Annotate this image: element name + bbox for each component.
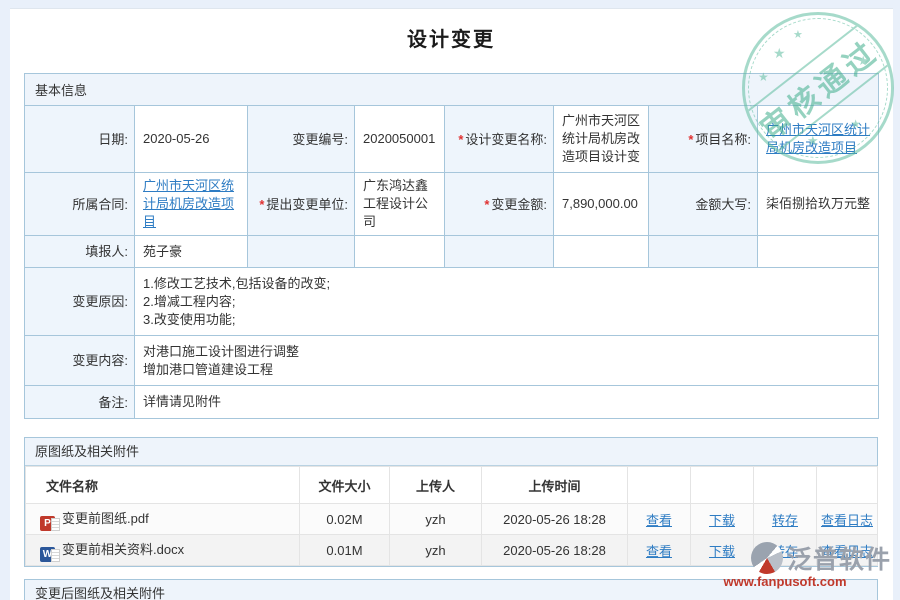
project-name-value: 广州市天河区统计局机房改造项目 bbox=[758, 106, 879, 173]
pdf-file-icon: P bbox=[40, 516, 55, 531]
change-content-value: 对港口施工设计图进行调整 增加港口管道建设工程 bbox=[135, 336, 879, 386]
col-action bbox=[754, 467, 817, 504]
basic-info-section-header: 基本信息 bbox=[25, 74, 879, 106]
download-link[interactable]: 下载 bbox=[709, 513, 735, 528]
date-label: 日期: bbox=[25, 106, 135, 173]
change-reason-label: 变更原因: bbox=[25, 268, 135, 336]
col-file-name: 文件名称 bbox=[26, 467, 300, 504]
required-mark: * bbox=[259, 197, 264, 212]
change-no-value: 2020050001 bbox=[355, 106, 445, 173]
reporter-label: 填报人: bbox=[25, 236, 135, 268]
change-amount-value: 7,890,000.00 bbox=[554, 173, 649, 236]
design-change-name-value: 广州市天河区统计局机房改造项目设计变 bbox=[554, 106, 649, 173]
uploader-cell: yzh bbox=[390, 504, 482, 535]
col-action bbox=[817, 467, 878, 504]
project-name-label: *项目名称: bbox=[649, 106, 758, 173]
change-reason-value: 1.修改工艺技术,包括设备的改变; 2.增减工程内容; 3.改变使用功能; bbox=[135, 268, 879, 336]
file-size-cell: 0.01M bbox=[300, 535, 390, 566]
upload-time-cell: 2020-05-26 18:28 bbox=[482, 535, 628, 566]
col-action bbox=[628, 467, 691, 504]
empty-label-cell bbox=[248, 236, 355, 268]
required-mark: * bbox=[484, 197, 489, 212]
form-panel: 设计变更 基本信息 日期: 2020-05-26 变更编号: 202005000… bbox=[10, 8, 893, 600]
required-mark: * bbox=[688, 132, 693, 147]
word-file-icon: W bbox=[40, 547, 55, 562]
basic-info-table: 基本信息 日期: 2020-05-26 变更编号: 2020050001 *设计… bbox=[24, 73, 879, 419]
empty-value-cell bbox=[758, 236, 879, 268]
attachment-row: P变更前图纸.pdf 0.02M yzh 2020-05-26 18:28 查看… bbox=[26, 504, 878, 535]
contract-link[interactable]: 广州市天河区统计局机房改造项目 bbox=[143, 178, 234, 229]
empty-label-cell bbox=[445, 236, 554, 268]
remark-label: 备注: bbox=[25, 386, 135, 419]
file-size-cell: 0.02M bbox=[300, 504, 390, 535]
date-value: 2020-05-26 bbox=[135, 106, 248, 173]
remark-value: 详情请见附件 bbox=[135, 386, 879, 419]
change-amount-label: *变更金额: bbox=[445, 173, 554, 236]
project-name-link[interactable]: 广州市天河区统计局机房改造项目 bbox=[766, 122, 870, 155]
change-content-label: 变更内容: bbox=[25, 336, 135, 386]
change-no-label: 变更编号: bbox=[248, 106, 355, 173]
page-title: 设计变更 bbox=[24, 9, 878, 53]
file-name-cell: W变更前相关资料.docx bbox=[26, 535, 300, 566]
vendor-logo-icon bbox=[751, 542, 783, 574]
propose-unit-value: 广东鸿达鑫工程设计公司 bbox=[355, 173, 445, 236]
transfer-link[interactable]: 转存 bbox=[772, 513, 798, 528]
col-file-size: 文件大小 bbox=[300, 467, 390, 504]
vendor-url: www.fanpusoft.com bbox=[679, 574, 891, 589]
uploader-cell: yzh bbox=[390, 535, 482, 566]
original-attachments-header: 原图纸及相关附件 bbox=[25, 438, 877, 466]
vendor-brand: 泛普软件 bbox=[787, 540, 891, 576]
col-action bbox=[691, 467, 754, 504]
propose-unit-label: *提出变更单位: bbox=[248, 173, 355, 236]
contract-value: 广州市天河区统计局机房改造项目 bbox=[135, 173, 248, 236]
vendor-watermark: 泛普软件 www.fanpusoft.com bbox=[679, 540, 891, 589]
amount-in-words-label: 金额大写: bbox=[649, 173, 758, 236]
contract-label: 所属合同: bbox=[25, 173, 135, 236]
reporter-value: 苑子豪 bbox=[135, 236, 248, 268]
view-log-link[interactable]: 查看日志 bbox=[821, 513, 873, 528]
col-upload-time: 上传时间 bbox=[482, 467, 628, 504]
empty-value-cell bbox=[355, 236, 445, 268]
file-name-cell: P变更前图纸.pdf bbox=[26, 504, 300, 535]
col-uploader: 上传人 bbox=[390, 467, 482, 504]
empty-value-cell bbox=[554, 236, 649, 268]
view-link[interactable]: 查看 bbox=[646, 513, 672, 528]
upload-time-cell: 2020-05-26 18:28 bbox=[482, 504, 628, 535]
view-link[interactable]: 查看 bbox=[646, 544, 672, 559]
empty-label-cell bbox=[649, 236, 758, 268]
required-mark: * bbox=[458, 132, 463, 147]
design-change-name-label: *设计变更名称: bbox=[445, 106, 554, 173]
amount-in-words-value: 柒佰捌拾玖万元整 bbox=[758, 173, 879, 236]
